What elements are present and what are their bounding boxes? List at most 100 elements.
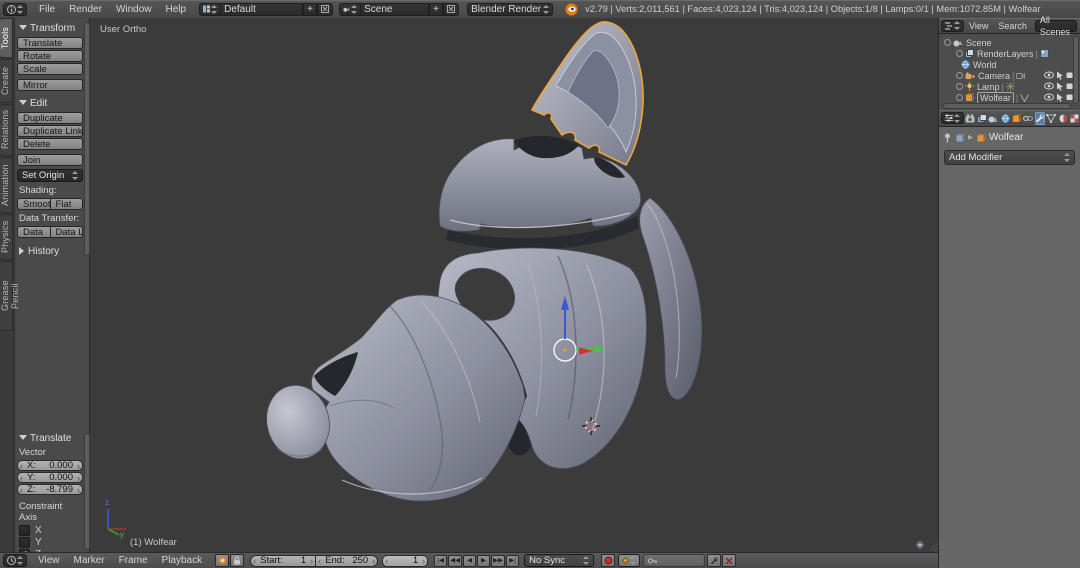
vector-z-field[interactable]: Z:-8.799	[17, 484, 83, 495]
eye-icon[interactable]	[1044, 93, 1054, 101]
panel-transform-header[interactable]: Transform	[17, 21, 83, 36]
timeline-editor-type-button[interactable]	[3, 554, 27, 567]
vector-y-field[interactable]: Y:0.000	[17, 472, 83, 483]
frame-start-field[interactable]: Start:1	[250, 555, 316, 567]
render-engine-dropdown[interactable]: Blender Render	[467, 3, 553, 16]
screen-layout-field[interactable]: Default	[221, 3, 303, 16]
jump-prev-keyframe-button[interactable]: ◀◀	[448, 555, 462, 567]
jump-to-end-button[interactable]: ▶|	[506, 555, 519, 567]
tab-constraints[interactable]	[1023, 112, 1034, 125]
jump-next-keyframe-button[interactable]: ▶▶	[491, 555, 505, 567]
outliner-row-scene[interactable]: Scene	[942, 37, 1080, 48]
outliner-h-scrollbar[interactable]	[943, 103, 1071, 109]
scale-button[interactable]: Scale	[17, 63, 83, 75]
outliner-filter-dropdown[interactable]: All Scenes	[1035, 20, 1077, 32]
tab-object-data[interactable]	[1046, 112, 1057, 125]
constraint-y-row[interactable]: Y	[17, 537, 83, 548]
outliner-row-lamp[interactable]: Lamp |	[942, 81, 1080, 92]
model-piece-side-flap[interactable]	[640, 198, 702, 400]
outliner-row-wolfear[interactable]: Wolfear |	[942, 92, 1080, 103]
sync-mode-dropdown[interactable]: No Sync	[524, 554, 594, 567]
tab-relations[interactable]: Relations	[0, 104, 13, 156]
expand-icon[interactable]	[956, 83, 963, 90]
expand-icon[interactable]	[944, 39, 951, 46]
outliner-menu-search[interactable]: Search	[993, 19, 1032, 33]
keying-mode-dropdown[interactable]	[618, 554, 640, 567]
tab-render[interactable]	[965, 112, 976, 125]
jump-to-start-button[interactable]: |◀	[434, 555, 447, 567]
tab-tools[interactable]: Tools	[0, 18, 13, 58]
outliner-row-world[interactable]: World	[942, 59, 1080, 70]
timeline-menu-playback[interactable]: Playback	[155, 552, 210, 568]
pointer-icon[interactable]	[1056, 71, 1064, 80]
timeline-menu-marker[interactable]: Marker	[67, 552, 112, 568]
data-layout-button[interactable]: Data Layo	[51, 226, 84, 238]
outliner-row-renderlayers[interactable]: RenderLayers |	[942, 48, 1080, 59]
auto-keyframe-record-button[interactable]	[601, 554, 615, 567]
model-piece-muzzle[interactable]	[259, 295, 525, 501]
frame-end-field[interactable]: End:250	[316, 555, 378, 567]
checkbox-y[interactable]	[19, 537, 30, 548]
set-origin-dropdown[interactable]: Set Origin	[17, 169, 83, 182]
duplicate-linked-button[interactable]: Duplicate Linked	[17, 125, 83, 137]
duplicate-button[interactable]: Duplicate	[17, 112, 83, 124]
timeline-menu-frame[interactable]: Frame	[112, 552, 155, 568]
corner-resize-grip[interactable]	[930, 543, 938, 551]
mirror-button[interactable]: Mirror	[17, 79, 83, 91]
constraint-x-row[interactable]: X	[17, 525, 83, 536]
expand-icon[interactable]	[956, 72, 963, 79]
remove-keying-set-button[interactable]	[722, 554, 736, 567]
tab-material[interactable]	[1058, 112, 1069, 125]
pointer-icon[interactable]	[1056, 93, 1064, 102]
play-reverse-button[interactable]: ◀	[463, 555, 476, 567]
expand-icon[interactable]	[956, 50, 963, 57]
scene-field[interactable]: Scene	[361, 3, 429, 16]
tab-grease-pencil[interactable]: Grease Pencil	[0, 261, 13, 331]
panel-edit-header[interactable]: Edit	[17, 96, 83, 111]
breadcrumb-object-name[interactable]: Wolfear	[989, 132, 1023, 143]
close-scene-button[interactable]	[443, 3, 459, 16]
tab-animation[interactable]: Animation	[0, 157, 13, 213]
scene-icon-button[interactable]	[339, 3, 361, 16]
rotate-button[interactable]: Rotate	[17, 50, 83, 62]
eye-icon[interactable]	[1044, 82, 1054, 90]
info-editor-type-button[interactable]	[3, 3, 27, 16]
operator-panel-header[interactable]: Translate	[17, 431, 83, 446]
menu-file[interactable]: File	[32, 1, 62, 18]
panel-history-header[interactable]: History	[17, 244, 83, 259]
outliner-row-camera[interactable]: Camera |	[942, 70, 1080, 81]
translate-button[interactable]: Translate	[17, 37, 83, 49]
tab-world[interactable]	[1000, 112, 1011, 125]
region-expand-button[interactable]	[915, 540, 925, 550]
add-scene-button[interactable]: +	[429, 3, 443, 16]
current-frame-field[interactable]: 1	[382, 555, 428, 567]
outliner-editor-type-button[interactable]	[941, 20, 964, 32]
wolf-mask-model[interactable]	[90, 18, 938, 552]
pin-icon[interactable]	[943, 133, 952, 143]
screen-layout-icon-button[interactable]	[199, 3, 221, 16]
menu-render[interactable]: Render	[62, 1, 109, 18]
checkbox-x[interactable]	[19, 525, 30, 536]
menu-window[interactable]: Window	[109, 1, 159, 18]
new-keying-set-button[interactable]	[707, 554, 721, 567]
vector-x-field[interactable]: X:0.000	[17, 460, 83, 471]
tab-render-layers[interactable]	[977, 112, 988, 125]
tab-modifiers[interactable]	[1035, 112, 1046, 125]
close-layout-button[interactable]	[317, 3, 333, 16]
menu-help[interactable]: Help	[159, 1, 194, 18]
outliner-menu-view[interactable]: View	[964, 19, 993, 33]
tab-texture[interactable]	[1069, 112, 1080, 125]
join-button[interactable]: Join	[17, 154, 83, 166]
tab-physics[interactable]: Physics	[0, 214, 13, 260]
object-context-icon[interactable]	[955, 133, 965, 143]
preview-range-toggle[interactable]	[215, 554, 229, 567]
tab-object[interactable]	[1011, 112, 1022, 125]
data-button[interactable]: Data	[17, 226, 51, 238]
tab-scene[interactable]	[988, 112, 999, 125]
play-button[interactable]: ▶	[477, 555, 490, 567]
tab-create[interactable]: Create	[0, 59, 13, 103]
properties-editor-type-button[interactable]	[941, 112, 964, 124]
active-object-name[interactable]: Wolfear	[977, 92, 1014, 104]
3d-viewport[interactable]: User Ortho (1) Wolfear z y	[90, 18, 938, 552]
add-modifier-dropdown[interactable]: Add Modifier	[944, 150, 1075, 165]
